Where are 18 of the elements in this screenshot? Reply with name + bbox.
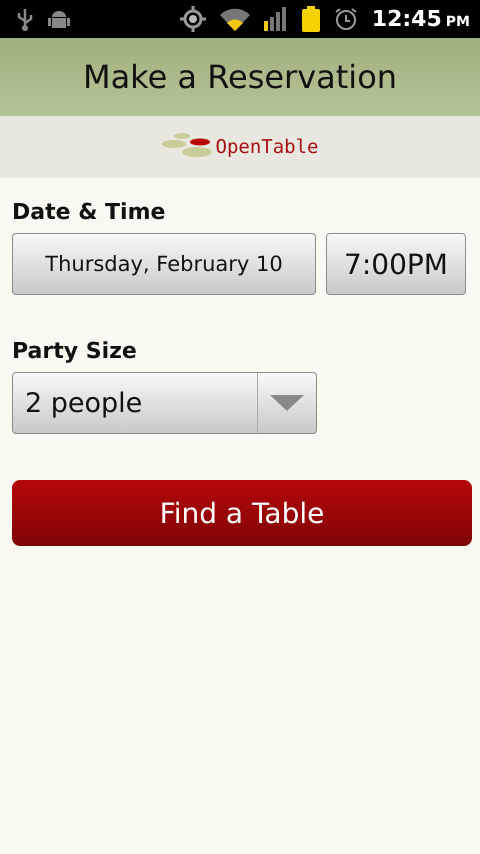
signal-icon: [264, 7, 288, 31]
screen-title: Make a Reservation: [82, 58, 398, 96]
time-button[interactable]: 7:00PM: [326, 233, 466, 295]
find-table-button[interactable]: Find a Table: [12, 480, 472, 546]
usb-icon: [16, 7, 34, 31]
party-size-dropdown[interactable]: 2 people: [12, 372, 317, 434]
clock-time: 12:45: [372, 6, 442, 32]
section-label: Party Size: [12, 339, 138, 364]
gps-icon: [180, 6, 206, 32]
android-icon: [48, 8, 70, 30]
wifi-icon: [220, 7, 250, 31]
alarm-icon: [334, 7, 358, 31]
date-button[interactable]: Thursday, February 10: [12, 233, 316, 295]
section-label: Date & Time: [12, 200, 166, 225]
battery-icon: [302, 6, 320, 32]
clock-period: PM: [446, 14, 470, 30]
brand-name: OpenTable: [216, 136, 318, 158]
dropdown-arrow-icon: [270, 395, 304, 411]
